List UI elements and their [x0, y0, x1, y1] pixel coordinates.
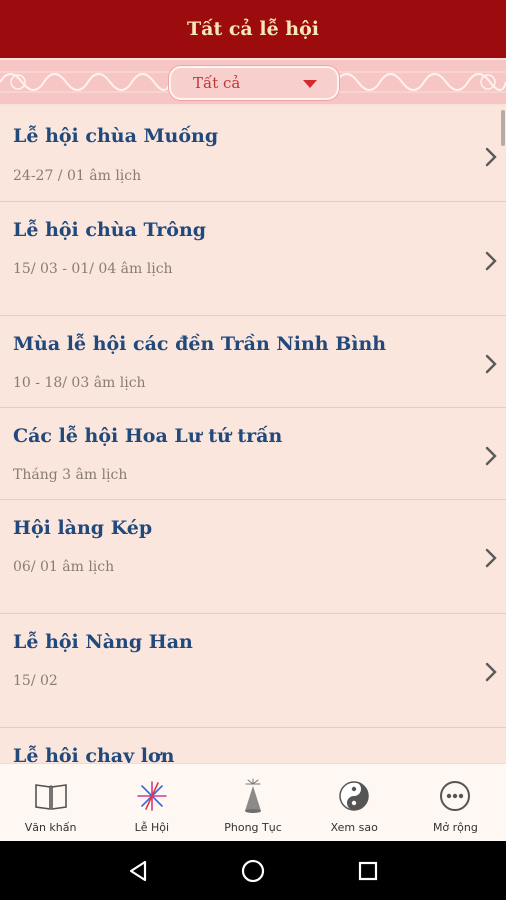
- festival-title: Lễ hội Nàng Han: [13, 631, 193, 653]
- festival-date: 06/ 01 âm lịch: [13, 559, 115, 575]
- festival-date: 24-27 / 01 âm lịch: [13, 168, 142, 184]
- festival-title: Lễ hội chùa Muống: [13, 125, 219, 147]
- app-header: Tất cả lễ hội: [0, 0, 506, 58]
- list-item[interactable]: Lễ hội chùa Trông 15/ 03 - 01/ 04 âm lịch: [0, 202, 506, 316]
- list-item[interactable]: Mùa lễ hội các đền Trần Ninh Bình 10 - 18…: [0, 316, 506, 408]
- tab-phong-tuc[interactable]: Phong Tục: [202, 764, 303, 841]
- list-item[interactable]: Các lễ hội Hoa Lư tứ trấn Tháng 3 âm lịch: [0, 408, 506, 500]
- tab-label: Lễ Hội: [134, 821, 170, 834]
- tab-le-hoi[interactable]: Lễ Hội: [101, 764, 202, 841]
- list-item[interactable]: Hội làng Kép 06/ 01 âm lịch: [0, 500, 506, 614]
- festival-title: Hội làng Kép: [13, 517, 153, 539]
- festival-date: 15/ 02: [13, 673, 58, 689]
- filter-bar: Tất cả: [0, 58, 506, 106]
- list-item[interactable]: Lễ hội chay lợn: [0, 728, 506, 763]
- chevron-right-icon: [485, 548, 497, 568]
- chevron-right-icon: [485, 354, 497, 374]
- ornament-left-icon: [0, 60, 170, 104]
- list-item[interactable]: Lễ hội chùa Muống 24-27 / 01 âm lịch: [0, 108, 506, 202]
- system-nav-bar: [0, 841, 506, 900]
- chevron-right-icon: [485, 251, 497, 271]
- scrollbar[interactable]: [501, 110, 505, 146]
- tab-label: Phong Tục: [224, 821, 282, 834]
- fireworks-icon: [135, 778, 169, 814]
- dropdown-value: Tất cả: [193, 74, 241, 92]
- festival-list[interactable]: Lễ hội chùa Muống 24-27 / 01 âm lịch Lễ hộ…: [0, 108, 506, 763]
- tab-label: Mở rộng: [432, 821, 478, 834]
- yin-yang-icon: [337, 778, 371, 814]
- tab-label: Văn khấn: [24, 821, 77, 834]
- chevron-right-icon: [485, 662, 497, 682]
- home-icon[interactable]: [238, 856, 268, 886]
- festival-date: Tháng 3 âm lịch: [13, 467, 128, 483]
- festival-date: 10 - 18/ 03 âm lịch: [13, 375, 146, 391]
- festival-title: Mùa lễ hội các đền Trần Ninh Bình: [13, 333, 387, 355]
- tab-mo-rong[interactable]: Mở rộng: [405, 764, 506, 841]
- recents-icon[interactable]: [353, 856, 383, 886]
- ornament-right-icon: [336, 60, 506, 104]
- page-title: Tất cả lễ hội: [187, 18, 319, 40]
- tab-xem-sao[interactable]: Xem sao: [304, 764, 405, 841]
- tab-label: Xem sao: [330, 821, 378, 834]
- list-item[interactable]: Lễ hội Nàng Han 15/ 02: [0, 614, 506, 728]
- back-icon[interactable]: [123, 856, 153, 886]
- book-icon: [34, 778, 68, 814]
- caret-down-icon: [303, 80, 317, 88]
- category-dropdown[interactable]: Tất cả: [169, 66, 339, 100]
- chevron-right-icon: [485, 446, 497, 466]
- festival-title: Lễ hội chay lợn: [13, 745, 175, 763]
- more-icon: [438, 778, 472, 814]
- chevron-right-icon: [485, 147, 497, 167]
- festival-title: Các lễ hội Hoa Lư tứ trấn: [13, 425, 283, 447]
- firecracker-icon: [236, 778, 270, 814]
- tab-van-khan[interactable]: Văn khấn: [0, 764, 101, 841]
- festival-title: Lễ hội chùa Trông: [13, 219, 207, 241]
- bottom-tab-bar: Văn khấn Lễ Hội Phong Tục Xem sao Mở rộn…: [0, 763, 506, 841]
- festival-date: 15/ 03 - 01/ 04 âm lịch: [13, 261, 173, 277]
